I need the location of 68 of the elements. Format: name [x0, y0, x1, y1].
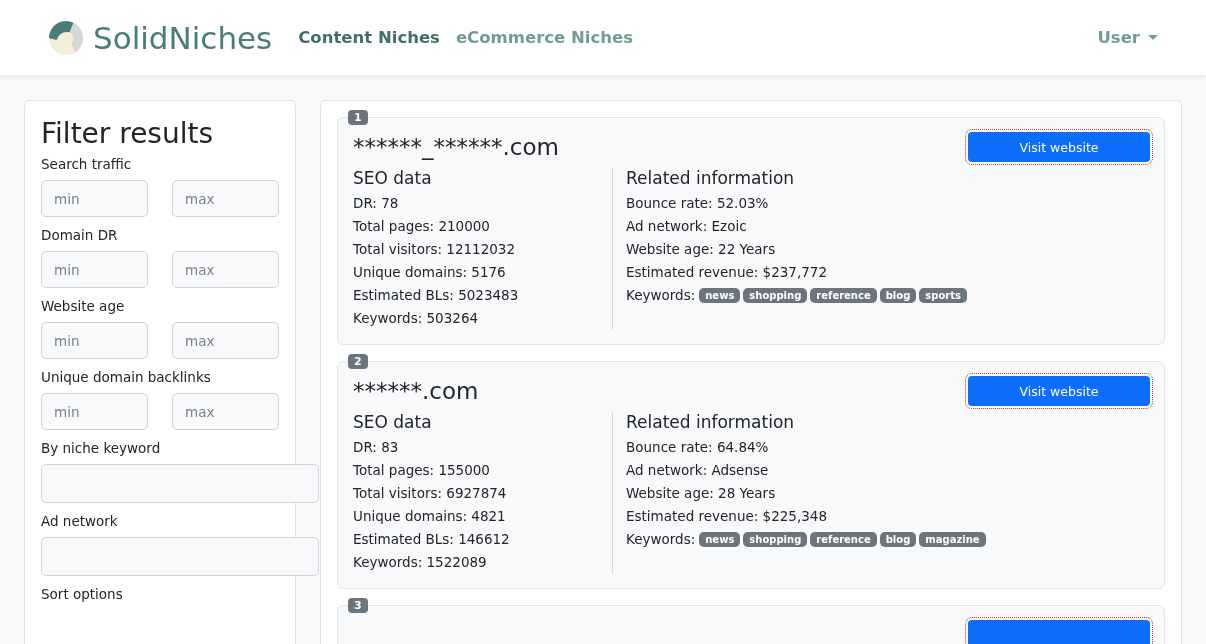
visit-website-button[interactable]: [968, 620, 1150, 644]
keyword-tag: shopping: [743, 288, 808, 303]
stat-text: Total pages: 155000: [353, 461, 491, 480]
stat-text: Total pages: 210000: [353, 217, 491, 236]
text-field[interactable]: [41, 464, 319, 503]
stat-text: DR: 78: [353, 194, 400, 213]
rank-badge: 3: [348, 598, 368, 613]
stat-text: Website age: 28 Years: [626, 484, 777, 503]
column-title: Related information: [626, 168, 796, 188]
filter-label: Domain DR: [41, 227, 119, 243]
stat-text: Estimated BLs: 5023483: [353, 286, 520, 305]
keyword-tag: shopping: [743, 532, 808, 547]
max-field[interactable]: max: [172, 251, 279, 288]
keyword-tag: sports: [919, 288, 967, 303]
stat-text: Unique domains: 4821: [353, 507, 507, 526]
filter-label: Website age: [41, 298, 126, 314]
column-title: SEO data: [353, 168, 433, 188]
stat-text: Bounce rate: 64.84%: [626, 438, 770, 457]
stat-text: Estimated revenue: $237,772: [626, 263, 829, 282]
keyword-tag: blog: [879, 288, 917, 303]
logo-icon: [47, 18, 85, 57]
min-field[interactable]: min: [41, 393, 148, 430]
stat-text: Keywords: 1522089: [353, 553, 488, 572]
keyword-tag: reference: [810, 532, 877, 547]
keyword-tag: news: [699, 288, 741, 303]
filter-label: By niche keyword: [41, 440, 162, 456]
stat-text: Ad network: Adsense: [626, 461, 770, 480]
brand-name[interactable]: SolidNiches: [93, 19, 273, 56]
stat-text: Estimated revenue: $225,348: [626, 507, 829, 526]
keyword-tag: magazine: [919, 532, 986, 547]
max-field[interactable]: max: [172, 322, 279, 359]
stat-text: Total visitors: 12112032: [353, 240, 517, 259]
filter-label: Sort options: [41, 586, 124, 602]
keywords-label: Keywords:: [626, 286, 696, 305]
stat-text: Total visitors: 6927874: [353, 484, 508, 503]
filter-title: Filter results: [41, 117, 215, 150]
caret-icon: [1148, 35, 1158, 40]
keyword-tag: reference: [810, 288, 877, 303]
nav-link[interactable]: eCommerce Niches: [455, 28, 633, 47]
max-field[interactable]: max: [172, 180, 279, 217]
min-field[interactable]: min: [41, 180, 148, 217]
keywords-label: Keywords:: [626, 530, 696, 549]
stat-text: Bounce rate: 52.03%: [626, 194, 770, 213]
filter-label: Ad network: [41, 513, 119, 529]
visit-website-button[interactable]: Visit website: [968, 376, 1150, 406]
stat-text: Estimated BLs: 146612: [353, 530, 511, 549]
nav-link[interactable]: Content Niches: [298, 28, 440, 47]
stat-text: Website age: 22 Years: [626, 240, 777, 259]
rank-badge: 1: [348, 110, 368, 125]
visit-website-button[interactable]: Visit website: [968, 132, 1150, 162]
filter-label: Search traffic: [41, 156, 133, 172]
min-field[interactable]: min: [41, 322, 148, 359]
domain-name: ******.com: [353, 378, 479, 404]
stat-text: Ad network: Ezoic: [626, 217, 748, 236]
filter-label: Unique domain backlinks: [41, 369, 212, 385]
rank-badge: 2: [348, 354, 368, 369]
column-title: SEO data: [353, 412, 433, 432]
domain-name: ******_******.com: [353, 134, 559, 160]
keyword-tag: blog: [879, 532, 917, 547]
column-title: Related information: [626, 412, 796, 432]
max-field[interactable]: max: [172, 393, 279, 430]
keyword-tag: news: [699, 532, 741, 547]
stat-text: Keywords: 503264: [353, 309, 480, 328]
stat-text: Unique domains: 5176: [353, 263, 507, 282]
stat-text: DR: 83: [353, 438, 400, 457]
min-field[interactable]: min: [41, 251, 148, 288]
user-menu[interactable]: User: [1097, 28, 1158, 47]
text-field[interactable]: [41, 537, 319, 576]
